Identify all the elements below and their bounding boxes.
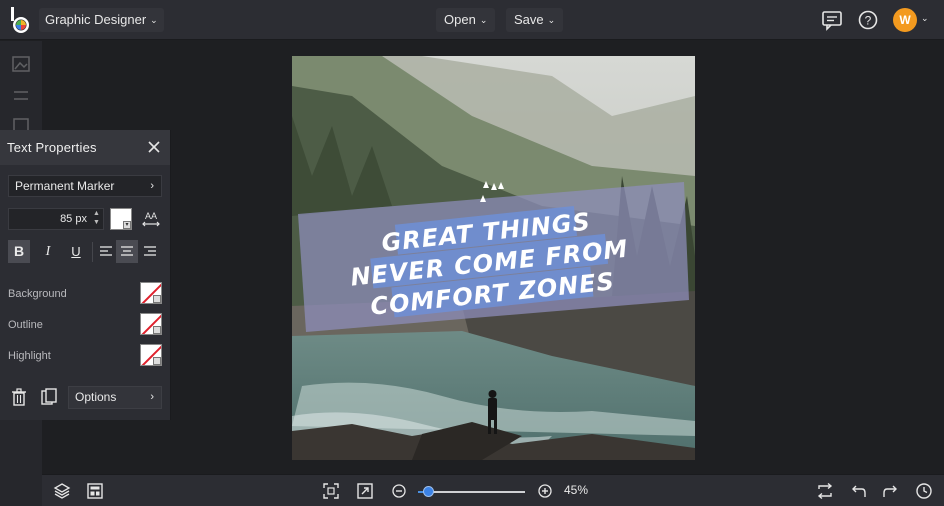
options-label: Options (75, 390, 117, 404)
font-family-select[interactable]: Permanent Marker › (8, 175, 162, 197)
font-size-stepper[interactable]: ▲ ▼ (93, 209, 100, 227)
align-right-icon[interactable] (139, 240, 161, 263)
italic-button[interactable]: I (37, 240, 59, 263)
save-button[interactable]: Save ⌄ (506, 8, 564, 32)
zoom-level: 45% (564, 483, 589, 497)
app-logo-icon[interactable] (8, 6, 34, 34)
underline-button[interactable]: U (65, 240, 87, 263)
align-left-icon[interactable] (95, 240, 117, 263)
zoom-slider-track[interactable] (418, 491, 525, 493)
top-bar: Graphic Designer ⌄ Open ⌄ Save ⌄ ? W ⌄ (0, 0, 944, 40)
zoom-slider-handle[interactable] (422, 486, 434, 497)
open-label: Open (444, 12, 476, 27)
zoom-out-icon[interactable] (390, 482, 408, 500)
redo-icon[interactable] (882, 482, 900, 500)
chevron-down-icon: ⌄ (547, 15, 556, 25)
app-mode-dropdown[interactable]: Graphic Designer ⌄ (39, 8, 164, 32)
background-color-swatch[interactable] (140, 282, 162, 304)
bottom-toolbar: 45% (42, 474, 944, 506)
svg-text:?: ? (865, 14, 872, 28)
app-mode-label: Graphic Designer (45, 12, 147, 27)
align-center-icon[interactable] (116, 240, 138, 263)
text-color-swatch[interactable]: ▾ (110, 208, 132, 230)
adjust-tool-icon[interactable] (12, 87, 30, 105)
swap-icon[interactable] (816, 482, 834, 500)
design-canvas-image[interactable]: Great things never come from comfort zon… (292, 56, 695, 460)
zoom-in-icon[interactable] (536, 482, 554, 500)
chevron-down-icon[interactable]: ⌄ (921, 13, 929, 24)
chevron-down-icon (153, 326, 161, 334)
user-avatar[interactable]: W (893, 8, 917, 32)
save-label: Save (514, 12, 544, 27)
undo-icon[interactable] (849, 482, 867, 500)
image-tool-icon[interactable] (12, 55, 30, 73)
chevron-down-icon: ▾ (123, 221, 131, 229)
comments-icon[interactable] (821, 9, 843, 31)
trash-icon[interactable] (8, 386, 30, 408)
template-icon[interactable] (86, 482, 104, 500)
close-icon[interactable] (147, 140, 161, 154)
toolbar-divider (92, 242, 93, 262)
fit-to-screen-icon[interactable] (322, 482, 340, 500)
panel-title: Text Properties (0, 130, 170, 165)
bold-button[interactable]: B (8, 240, 30, 263)
highlight-label: Highlight (8, 350, 51, 362)
chevron-down-icon (153, 295, 161, 303)
text-properties-panel: Text Properties Permanent Marker › 85 px… (0, 130, 171, 420)
svg-text:AA: AA (145, 211, 157, 221)
font-size-value: 85 (60, 213, 73, 225)
outline-label: Outline (8, 319, 43, 331)
chevron-down-icon: ⌄ (150, 15, 158, 25)
letter-spacing-icon[interactable]: AA (140, 209, 162, 231)
chevron-down-icon: ⌄ (479, 15, 488, 25)
user-initial: W (899, 13, 911, 27)
highlight-color-swatch[interactable] (140, 344, 162, 366)
font-size-unit: px (75, 213, 87, 225)
background-label: Background (8, 288, 67, 300)
chevron-right-icon: › (150, 391, 154, 403)
font-family-value: Permanent Marker (15, 179, 115, 193)
history-icon[interactable] (915, 482, 933, 500)
help-icon[interactable]: ? (857, 9, 879, 31)
actual-size-icon[interactable] (356, 482, 374, 500)
options-button[interactable]: Options › (68, 386, 162, 409)
chevron-right-icon: › (150, 180, 154, 192)
outline-color-swatch[interactable] (140, 313, 162, 335)
font-size-input[interactable]: 85 px (8, 208, 104, 230)
open-button[interactable]: Open ⌄ (436, 8, 496, 32)
layers-icon[interactable] (53, 482, 71, 500)
duplicate-icon[interactable] (38, 386, 60, 408)
chevron-down-icon (153, 357, 161, 365)
